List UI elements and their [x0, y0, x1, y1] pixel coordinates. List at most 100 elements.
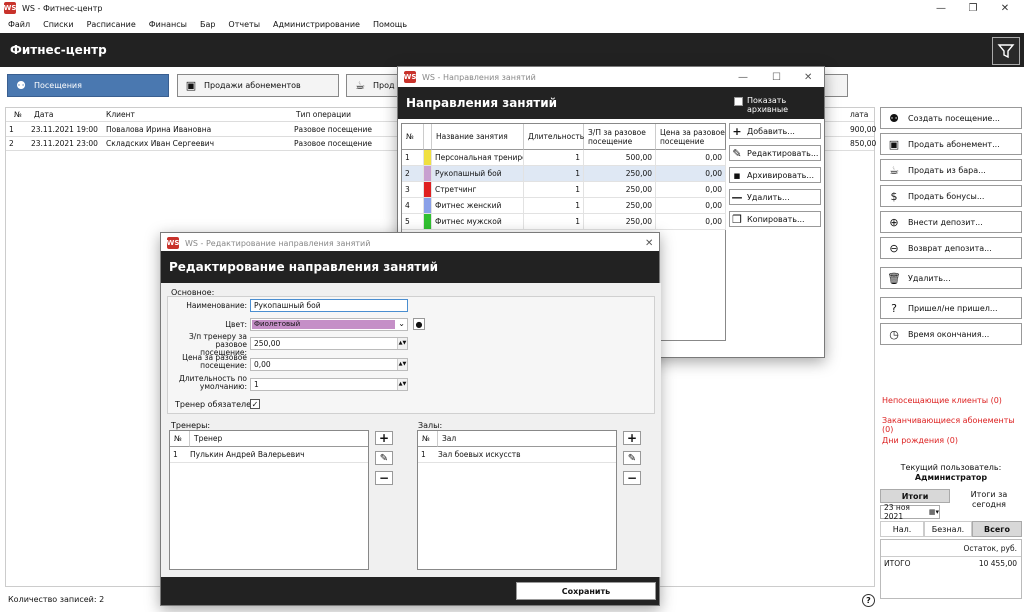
delete-button[interactable]: 🗑 Удалить... — [880, 267, 1022, 289]
end-time-button[interactable]: ◷ Время окончания... — [880, 323, 1022, 345]
edit-hall-button[interactable]: ✎ — [623, 451, 641, 465]
cup-icon: ☕ — [355, 79, 365, 92]
delete-direction-button[interactable]: — Удалить... — [729, 189, 821, 205]
cell-pay: 250,00 — [584, 214, 656, 230]
cell-n: 5 — [402, 214, 424, 230]
tab-today-totals[interactable]: Итоги за сегодня — [956, 490, 1022, 510]
dialog-header: Редактирование направления занятий — [161, 251, 659, 283]
cell-num: 1 — [421, 450, 426, 459]
table-row[interactable]: 5 Фитнес мужской 1 250,00 0,00 — [402, 214, 726, 230]
menu-admin[interactable]: Администрирование — [273, 20, 360, 29]
tab-visits[interactable]: ⚉ Посещения — [7, 74, 169, 97]
menu-lists[interactable]: Списки — [43, 20, 73, 29]
table-row[interactable]: 1 Персональная трениров 1 500,00 0,00 — [402, 150, 726, 166]
attendance-button[interactable]: ? Пришел/не пришел... — [880, 297, 1022, 319]
edit-button[interactable]: ✎ Редактировать... — [729, 145, 821, 161]
birthdays-link[interactable]: Дни рождения (0) — [882, 436, 958, 445]
cell-dur: 1 — [524, 198, 584, 214]
menu-help[interactable]: Помощь — [373, 20, 407, 29]
color-select[interactable]: Фиолетовый ⌄ — [250, 318, 408, 331]
cell-name: Фитнес женский — [432, 198, 524, 214]
expiring-subscriptions-link[interactable]: Заканчивающиеся абонементы (0) — [882, 416, 1024, 434]
button-label: Добавить... — [747, 126, 795, 136]
cell-dur: 1 — [524, 214, 584, 230]
add-trainer-button[interactable]: + — [375, 431, 393, 445]
pay-input[interactable]: 250,00 ▲▼ — [250, 337, 408, 350]
archive-label: Показать архивные — [747, 96, 789, 114]
table-row[interactable]: 1 Пулькин Андрей Валерьевич — [170, 447, 368, 463]
trainer-required-checkbox[interactable]: ✓ — [250, 399, 260, 409]
remove-trainer-button[interactable]: − — [375, 471, 393, 485]
inactive-clients-link[interactable]: Непосещающие клиенты (0) — [882, 396, 1002, 405]
cell-sum: 900,00 — [850, 125, 877, 134]
col-client: Клиент — [106, 110, 135, 119]
table-row[interactable]: 1 Зал боевых искусств — [418, 447, 616, 463]
close-icon[interactable]: ✕ — [990, 0, 1020, 16]
tab-totals[interactable]: Итоги — [880, 489, 950, 503]
subtab-cashless[interactable]: Безнал. — [924, 521, 972, 537]
color-swatch — [424, 182, 432, 198]
balance-table: Остаток, руб. ИТОГО 10 455,00 — [880, 539, 1022, 599]
sell-bonus-button[interactable]: $ Продать бонусы... — [880, 185, 1022, 207]
minimize-icon[interactable]: — — [738, 72, 748, 83]
close-icon[interactable]: ✕ — [645, 238, 653, 249]
trainers-table: № Тренер 1 Пулькин Андрей Валерьевич — [169, 430, 369, 570]
table-row[interactable]: 3 Стретчинг 1 250,00 0,00 — [402, 182, 726, 198]
minus-icon: − — [378, 471, 390, 485]
app-icon: WS — [166, 237, 180, 249]
button-label: Архивировать... — [747, 170, 814, 180]
halls-label: Залы: — [418, 421, 443, 430]
cell-pay: 500,00 — [584, 150, 656, 166]
price-input[interactable]: 0,00 ▲▼ — [250, 358, 408, 371]
spin-icon[interactable]: ▲▼ — [397, 379, 407, 390]
date-picker[interactable]: 23 ноя 2021 ▦▾ — [880, 503, 940, 521]
cell-n: 4 — [402, 198, 424, 214]
halls-table: № Зал 1 Зал боевых искусств — [417, 430, 617, 570]
sell-bar-button[interactable]: ☕ Продать из бара... — [880, 159, 1022, 181]
table-row[interactable]: 4 Фитнес женский 1 250,00 0,00 — [402, 198, 726, 214]
cell-sum: 850,00 — [850, 139, 877, 148]
tab-subscriptions[interactable]: ▣ Продажи абонементов — [177, 74, 339, 97]
menu-bar-item[interactable]: Бар — [200, 20, 215, 29]
spin-icon[interactable]: ▲▼ — [397, 338, 407, 349]
table-row[interactable]: 2 Рукопашный бой 1 250,00 0,00 — [402, 166, 726, 182]
menu-reports[interactable]: Отчеты — [228, 20, 260, 29]
close-icon[interactable]: ✕ — [804, 72, 812, 83]
subtab-total[interactable]: Всего — [972, 521, 1022, 537]
remove-hall-button[interactable]: − — [623, 471, 641, 485]
deposit-button[interactable]: ⊕ Внести депозит... — [880, 211, 1022, 233]
create-visit-button[interactable]: ⚉ Создать посещение... — [880, 107, 1022, 129]
edit-trainer-button[interactable]: ✎ — [375, 451, 393, 465]
tab-bar-sales[interactable]: ☕ Прод — [346, 74, 401, 97]
cell-type: Разовое посещение — [294, 125, 373, 134]
spin-icon[interactable]: ▲▼ — [397, 359, 407, 370]
copy-icon: ❐ — [732, 212, 742, 226]
color-picker-button[interactable]: ● — [413, 318, 425, 330]
filter-button[interactable] — [992, 37, 1020, 65]
add-button[interactable]: + Добавить... — [729, 123, 821, 139]
archive-button[interactable]: ▪ Архивировать... — [729, 167, 821, 183]
minimize-icon[interactable]: — — [926, 0, 956, 16]
col-sum: лата — [850, 110, 869, 119]
save-button[interactable]: Сохранить — [516, 582, 656, 600]
tab-label: Продажи абонементов — [204, 81, 301, 90]
duration-input[interactable]: 1 ▲▼ — [250, 378, 408, 391]
maximize-icon[interactable]: ☐ — [772, 72, 781, 83]
tab-other[interactable] — [822, 74, 848, 97]
sell-subscription-button[interactable]: ▣ Продать абонемент... — [880, 133, 1022, 155]
subtab-cash[interactable]: Нал. — [880, 521, 924, 537]
window-titlebar: WS WS - Фитнес-центр — [0, 0, 1024, 16]
refund-deposit-button[interactable]: ⊖ Возврат депозита... — [880, 237, 1022, 259]
name-input[interactable]: Рукопашный бой — [250, 299, 408, 312]
cell-date: 23.11.2021 23:00 — [31, 139, 98, 148]
add-hall-button[interactable]: + — [623, 431, 641, 445]
archive-checkbox[interactable] — [734, 97, 743, 106]
help-icon[interactable]: ? — [862, 594, 875, 607]
copy-button[interactable]: ❐ Копировать... — [729, 211, 821, 227]
menu-finance[interactable]: Финансы — [149, 20, 187, 29]
maximize-icon[interactable]: ❐ — [958, 0, 988, 16]
actions-panel: ⚉ Создать посещение... ▣ Продать абонемент… — [878, 107, 1024, 607]
minus-icon: — — [731, 190, 743, 204]
menu-schedule[interactable]: Расписание — [87, 20, 136, 29]
menu-file[interactable]: Файл — [8, 20, 30, 29]
